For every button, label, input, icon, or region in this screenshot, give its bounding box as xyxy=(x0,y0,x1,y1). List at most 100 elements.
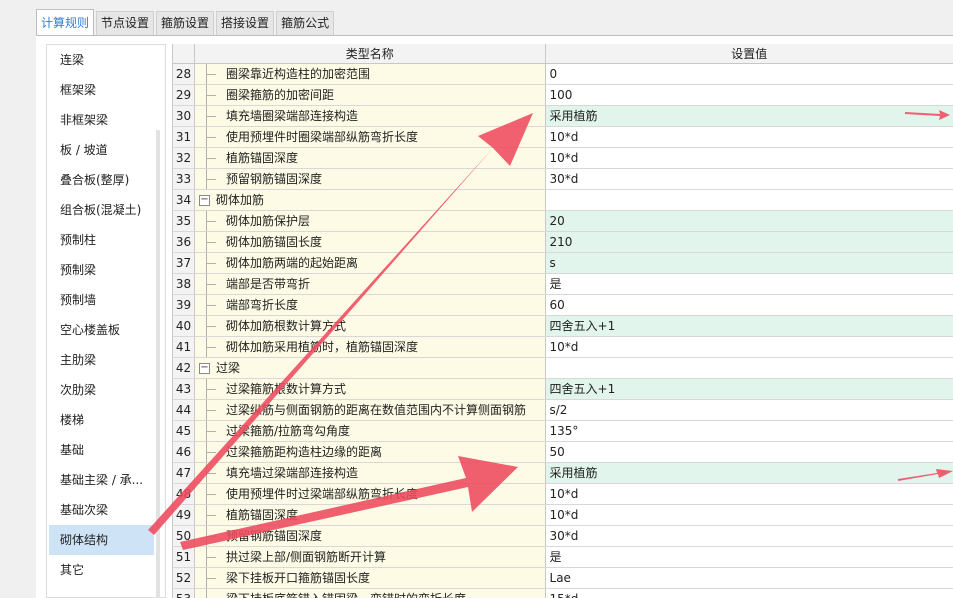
sidebar-item[interactable]: 楼梯 xyxy=(47,405,165,435)
table-row[interactable]: 35 砌体加筋保护层 20 xyxy=(173,211,953,232)
table-row[interactable]: 43 过梁箍筋根数计算方式 四舍五入+1 xyxy=(173,379,953,400)
type-name-label: 使用预埋件时圈梁端部纵筋弯折长度 xyxy=(225,130,418,144)
tab-0[interactable]: 计算规则 xyxy=(36,9,95,35)
sidebar-item[interactable]: 空心楼盖板 xyxy=(47,315,165,345)
type-name-cell: 砌体加筋两端的起始距离 xyxy=(194,253,546,273)
table-row[interactable]: 41 砌体加筋采用植筋时，植筋锚固深度 10*d xyxy=(173,337,953,358)
table-row[interactable]: 53 梁下挂板底筋锚入锚固梁，弯锚时的弯折长度 15*d xyxy=(173,589,953,598)
type-name-label: 使用预埋件时过梁端部纵筋弯折长度 xyxy=(225,487,418,501)
setting-value-cell[interactable]: s/2 xyxy=(546,400,953,420)
table-row[interactable]: 33 预留钢筋锚固深度 30*d xyxy=(173,169,953,190)
table-row[interactable]: 38 端部是否带弯折 是 xyxy=(173,274,953,295)
setting-value-cell[interactable]: 20 xyxy=(545,211,953,231)
setting-value-cell[interactable]: 100 xyxy=(546,85,953,105)
table-row[interactable]: 30 填充墙圈梁端部连接构造 采用植筋 xyxy=(173,106,953,127)
sidebar-item[interactable]: 组合板(混凝土) xyxy=(47,195,165,225)
setting-value-cell[interactable]: 210 xyxy=(545,232,953,252)
tab-bar: 计算规则 节点设置 箍筋设置 搭接设置 箍筋公式 xyxy=(36,9,336,35)
setting-value-cell[interactable] xyxy=(546,190,953,210)
sidebar-item[interactable]: 基础主梁 / 承... xyxy=(47,465,165,495)
table-row[interactable]: 31 使用预埋件时圈梁端部纵筋弯折长度 10*d xyxy=(173,127,953,148)
sidebar-item[interactable]: 板 / 坡道 xyxy=(47,135,165,165)
type-name-cell: 砌体加筋锚固长度 xyxy=(194,232,546,252)
row-number: 31 xyxy=(173,127,195,147)
setting-value-cell[interactable]: 15*d xyxy=(546,589,953,598)
row-number: 49 xyxy=(173,505,195,525)
setting-value-cell[interactable]: 135° xyxy=(546,421,953,441)
table-row[interactable]: 50 预留钢筋锚固深度 30*d xyxy=(173,526,953,547)
tree-line xyxy=(205,347,216,348)
type-name-label: 圈梁靠近构造柱的加密范围 xyxy=(225,67,370,81)
sidebar-item[interactable]: 预制墙 xyxy=(47,285,165,315)
table-row[interactable]: 40 砌体加筋根数计算方式 四舍五入+1 xyxy=(173,316,953,337)
table-row[interactable]: 28 圈梁靠近构造柱的加密范围 0 xyxy=(173,64,953,85)
setting-value-cell[interactable]: 30*d xyxy=(546,526,953,546)
table-row[interactable]: 48 使用预埋件时过梁端部纵筋弯折长度 10*d xyxy=(173,484,953,505)
table-row[interactable]: 52 梁下挂板开口箍筋锚固长度 Lae xyxy=(173,568,953,589)
sidebar-item[interactable]: 基础次梁 xyxy=(47,495,165,525)
table-row[interactable]: 39 端部弯折长度 60 xyxy=(173,295,953,316)
tree-line xyxy=(205,494,216,495)
collapse-icon[interactable]: − xyxy=(198,363,210,374)
sidebar-item[interactable]: 预制柱 xyxy=(47,225,165,255)
tree-line xyxy=(205,305,216,306)
tab-3[interactable]: 搭接设置 xyxy=(216,11,275,35)
setting-value-cell[interactable]: Lae xyxy=(546,568,953,588)
setting-value-cell[interactable]: 10*d xyxy=(546,127,953,147)
table-row[interactable]: 45 过梁箍筋/拉筋弯勾角度 135° xyxy=(173,421,953,442)
sidebar-item[interactable]: 其它 xyxy=(47,555,165,585)
table-row[interactable]: 42− 过梁 xyxy=(173,358,953,379)
sidebar-item[interactable]: 预制梁 xyxy=(47,255,165,285)
sidebar-item[interactable]: 连梁 xyxy=(47,45,165,75)
setting-value-cell[interactable]: 50 xyxy=(546,442,953,462)
sidebar-item[interactable]: 基础 xyxy=(47,435,165,465)
tab-4[interactable]: 箍筋公式 xyxy=(276,11,335,35)
setting-value-cell[interactable]: 是 xyxy=(546,274,953,294)
setting-value-cell[interactable]: 10*d xyxy=(546,337,953,357)
row-number: 28 xyxy=(173,64,195,84)
sidebar-item[interactable]: 非框架梁 xyxy=(47,105,165,135)
setting-value-cell[interactable]: 0 xyxy=(546,64,953,84)
setting-value-cell[interactable]: 30*d xyxy=(546,169,953,189)
type-name-label: 砌体加筋 xyxy=(215,193,264,207)
setting-value-cell[interactable]: 60 xyxy=(546,295,953,315)
table-row[interactable]: 36 砌体加筋锚固长度 210 xyxy=(173,232,953,253)
row-number: 40 xyxy=(173,316,195,336)
setting-value-cell[interactable]: 采用植筋 xyxy=(545,463,953,483)
type-name-cell: 使用预埋件时圈梁端部纵筋弯折长度 xyxy=(194,127,546,147)
setting-value-cell[interactable]: 10*d xyxy=(546,484,953,504)
type-name-cell: 植筋锚固深度 xyxy=(194,148,546,168)
table-row[interactable]: 49 植筋锚固深度 10*d xyxy=(173,505,953,526)
setting-value-cell[interactable]: 四舍五入+1 xyxy=(545,316,953,336)
setting-value-cell[interactable] xyxy=(546,358,953,378)
table-row[interactable]: 51 拱过梁上部/侧面钢筋断开计算 是 xyxy=(173,547,953,568)
setting-value-cell[interactable]: s xyxy=(545,253,953,273)
sidebar-item[interactable]: 次肋梁 xyxy=(47,375,165,405)
setting-value-cell[interactable]: 是 xyxy=(546,547,953,567)
type-name-label: 过梁箍筋根数计算方式 xyxy=(225,382,346,396)
type-name-cell: 过梁纵筋与侧面钢筋的距离在数值范围内不计算侧面钢筋 xyxy=(194,400,546,420)
row-number: 32 xyxy=(173,148,195,168)
table-row[interactable]: 29 圈梁箍筋的加密间距 100 xyxy=(173,85,953,106)
table-row[interactable]: 37 砌体加筋两端的起始距离 s xyxy=(173,253,953,274)
table-row[interactable]: 34− 砌体加筋 xyxy=(173,190,953,211)
row-number: 39 xyxy=(173,295,195,315)
tab-1[interactable]: 节点设置 xyxy=(96,11,155,35)
sidebar-item[interactable]: 框架梁 xyxy=(47,75,165,105)
table-row[interactable]: 46 过梁箍筋距构造柱边缘的距离 50 xyxy=(173,442,953,463)
sidebar-item[interactable]: 叠合板(整厚) xyxy=(47,165,165,195)
sidebar-item[interactable]: 砌体结构 xyxy=(49,525,154,555)
setting-value-cell[interactable]: 10*d xyxy=(546,148,953,168)
setting-value-cell[interactable]: 四舍五入+1 xyxy=(545,379,953,399)
setting-value-cell[interactable]: 10*d xyxy=(546,505,953,525)
sidebar-scrollbar[interactable] xyxy=(156,130,160,598)
type-name-label: 砌体加筋采用植筋时，植筋锚固深度 xyxy=(225,340,418,354)
table-row[interactable]: 47 填充墙过梁端部连接构造 采用植筋 xyxy=(173,463,953,484)
tab-2[interactable]: 箍筋设置 xyxy=(156,11,215,35)
collapse-icon[interactable]: − xyxy=(198,195,210,206)
setting-value-cell[interactable]: 采用植筋 xyxy=(545,106,953,126)
table-row[interactable]: 32 植筋锚固深度 10*d xyxy=(173,148,953,169)
table-row[interactable]: 44 过梁纵筋与侧面钢筋的距离在数值范围内不计算侧面钢筋 s/2 xyxy=(173,400,953,421)
row-number: 51 xyxy=(173,547,195,567)
sidebar-item[interactable]: 主肋梁 xyxy=(47,345,165,375)
